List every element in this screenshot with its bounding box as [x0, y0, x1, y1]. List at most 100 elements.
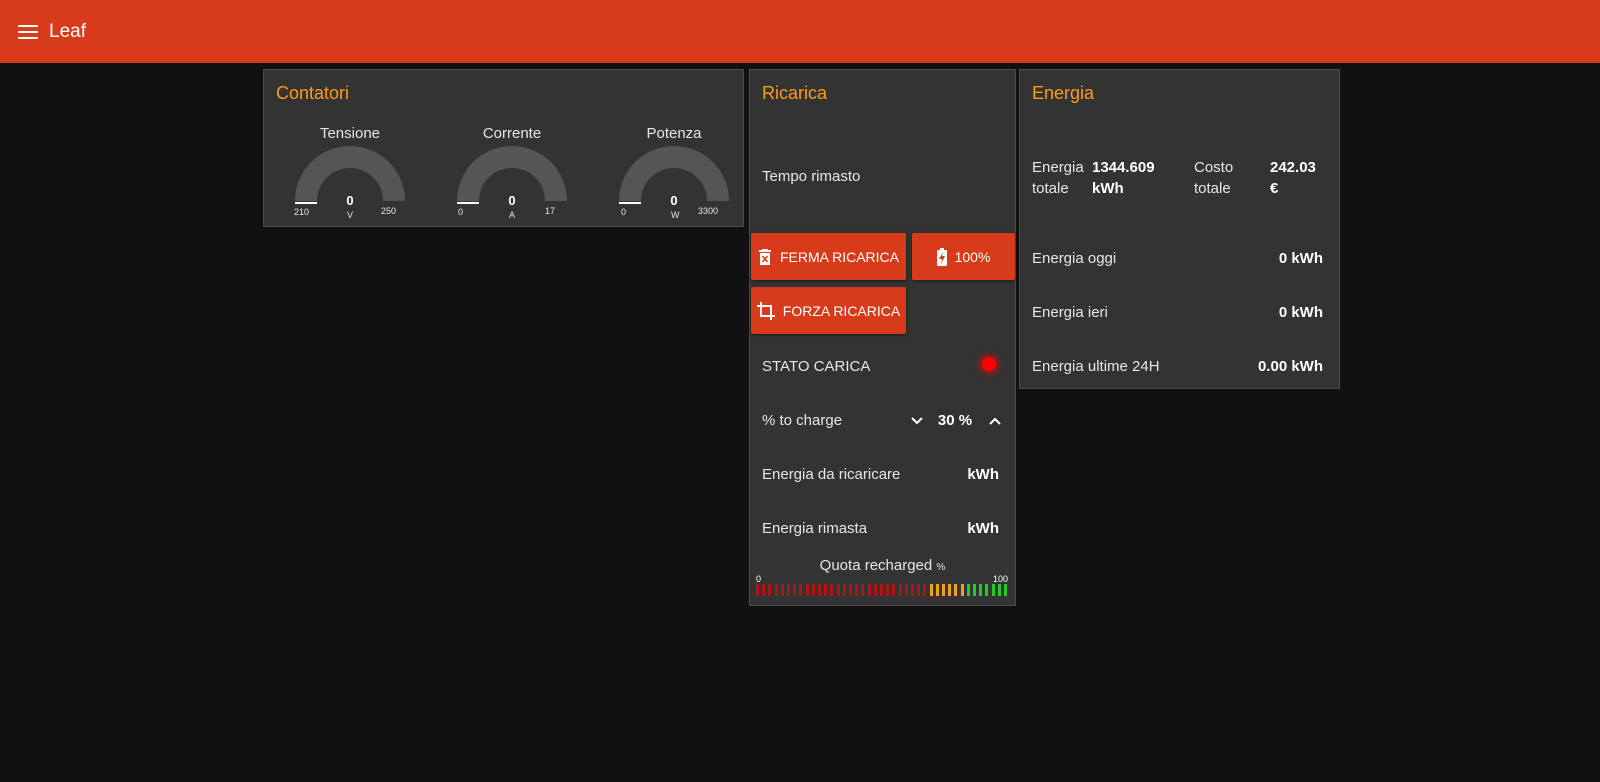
quota-bar-segment — [768, 584, 772, 596]
charge-100-button[interactable]: 100% — [912, 233, 1015, 280]
energia-ultime-24h-label: Energia ultime 24H — [1032, 358, 1160, 375]
gauge-unit: W — [671, 210, 680, 220]
energia-card: Energia Energia totale 1344.609 kWh Cost… — [1019, 69, 1340, 389]
energia-rimasta-label: Energia rimasta — [762, 520, 868, 537]
menu-icon[interactable] — [18, 24, 38, 40]
quota-bar-segment — [917, 584, 921, 596]
quota-bar-segment — [979, 584, 983, 596]
contatori-card: Contatori Tensione 210 250 0 V Corrente … — [263, 69, 744, 227]
energia-rimasta-value: kWh — [967, 520, 999, 537]
quota-bar-segment — [935, 584, 939, 596]
gauge-corrente: Corrente 0 17 0 A — [447, 125, 577, 235]
energia-ieri-value: 0 kWh — [1278, 304, 1323, 321]
battery-charging-icon — [936, 247, 947, 266]
gauge-unit: V — [347, 210, 354, 220]
stato-carica-led — [982, 357, 996, 371]
energia-totale-label: Energia totale — [1032, 157, 1084, 199]
charge-100-label: 100% — [954, 248, 991, 265]
quota-bar-segment — [948, 584, 952, 596]
quota-bar-segment — [849, 584, 852, 596]
quota-bar-segment — [942, 584, 945, 596]
energia-da-ricaricare-label: Energia da ricaricare — [762, 466, 901, 483]
energia-ieri-label: Energia ieri — [1032, 304, 1108, 321]
quota-title: Quota recharged % — [750, 557, 1015, 574]
quota-bar-segment — [985, 584, 989, 596]
ferma-ricarica-button[interactable]: FERMA RICARICA — [751, 233, 906, 280]
costo-totale-value-line1: 242.03 — [1270, 159, 1316, 176]
energia-totale-label-line1: Energia — [1032, 159, 1084, 176]
energia-totale-value-line1: 1344.609 — [1092, 159, 1155, 176]
quota-unit: % — [936, 562, 946, 573]
quota-bar-segment — [892, 584, 896, 596]
gauge-label: Tensione — [319, 125, 381, 142]
quota-bar-segment — [793, 584, 797, 596]
forza-ricarica-label: FORZA RICARICA — [782, 302, 901, 319]
quota-bar-segment — [855, 584, 859, 596]
energia-title: Energia — [1032, 83, 1095, 103]
chevron-down-icon[interactable] — [909, 413, 925, 429]
quota-bar-segment — [954, 584, 958, 596]
energia-totale-value-line2: kWh — [1092, 180, 1124, 197]
energia-oggi-label: Energia oggi — [1032, 250, 1117, 267]
quota-bar-segment — [774, 584, 778, 596]
quota-bar-segment — [898, 584, 902, 596]
quota-bar-segment — [780, 584, 784, 596]
quota-bar-segment — [991, 584, 995, 596]
gauge-min: 210 — [294, 207, 310, 217]
costo-totale-label: Costo totale — [1194, 157, 1233, 199]
quota-bar-segment — [818, 584, 821, 596]
quota-bar-segment — [911, 584, 914, 596]
quota-bar-segment — [830, 584, 834, 596]
quota-bar-segment — [904, 584, 908, 596]
gauge-label: Potenza — [646, 125, 702, 142]
gauge-value: 0 — [670, 193, 678, 208]
gauge-value: 0 — [508, 193, 516, 208]
quota-bar-segment — [960, 584, 964, 596]
energia-ultime-24h-value: 0.00 kWh — [1257, 358, 1323, 375]
quota-bar-segment — [787, 584, 790, 596]
quota-bar-segment — [973, 584, 976, 596]
quota-bar-segment — [805, 584, 809, 596]
quota-bar-segment — [873, 584, 877, 596]
quota-bar-segment — [886, 584, 890, 596]
gauge-label: Corrente — [482, 125, 542, 142]
ricarica-title: Ricarica — [762, 83, 828, 103]
gauge-tensione: Tensione 210 250 0 V — [285, 125, 415, 235]
costo-totale-value: 242.03 € — [1270, 157, 1316, 199]
quota-bar-segment — [867, 584, 871, 596]
quota-bar-segment — [824, 584, 828, 596]
costo-totale-label-line1: Costo — [1194, 159, 1234, 176]
quota-label: Quota recharged — [819, 557, 933, 574]
quota-bar-segment — [861, 584, 865, 596]
energia-totale-value: 1344.609 kWh — [1092, 157, 1155, 199]
forza-ricarica-button[interactable]: FORZA RICARICA — [751, 287, 906, 334]
quota-bar-segment — [836, 584, 840, 596]
ricarica-card: Ricarica Tempo rimasto FERMA RICARICA 10… — [749, 69, 1016, 606]
quota-min: 0 — [756, 574, 762, 584]
contatori-title: Contatori — [276, 83, 350, 103]
to-charge-value: 30 % — [937, 412, 973, 429]
costo-totale-label-line2: totale — [1194, 180, 1231, 197]
delete-icon — [758, 248, 771, 265]
quota-max: 100 — [993, 574, 1009, 584]
energia-da-ricaricare-value: kWh — [967, 466, 999, 483]
quota-bar-segment — [1004, 584, 1007, 596]
to-charge-label: % to charge — [762, 412, 843, 429]
quota-bar-segment — [966, 584, 970, 596]
energia-totale-label-line2: totale — [1032, 180, 1069, 197]
chevron-up-icon[interactable] — [987, 413, 1003, 429]
costo-totale-value-line2: € — [1270, 180, 1279, 197]
gauge-potenza: Potenza 0 3300 0 W — [609, 125, 739, 235]
quota-bar-segment — [929, 584, 933, 596]
quota-bar-segment — [799, 584, 803, 596]
quota-bar-segment — [811, 584, 815, 596]
gauge-min: 0 — [458, 207, 464, 217]
top-app-bar: Leaf — [0, 0, 1600, 63]
quota-bar-segment — [842, 584, 846, 596]
quota-bar-segment — [997, 584, 1001, 596]
quota-bar-segment — [756, 584, 759, 596]
tempo-rimasto-label: Tempo rimasto — [762, 168, 861, 185]
quota-bar-segment — [923, 584, 927, 596]
stato-carica-label: STATO CARICA — [762, 358, 871, 375]
quota-level-bar — [756, 584, 1009, 596]
